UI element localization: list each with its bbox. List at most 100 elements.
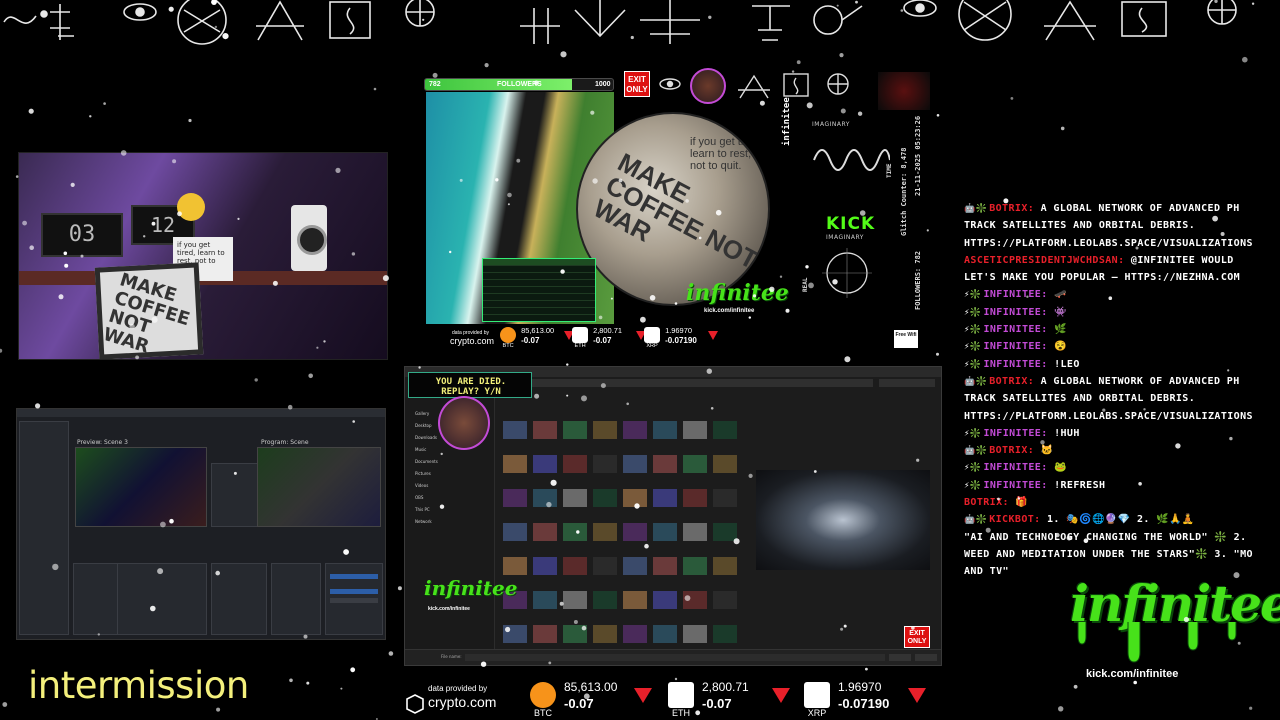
game-over-line1: YOU ARE DIED. <box>435 377 507 387</box>
sine-wave-icon <box>813 149 890 171</box>
obs-transitions-panel[interactable] <box>211 563 267 635</box>
file-thumbnail[interactable] <box>533 421 557 439</box>
chat-username[interactable]: BOTRIX: <box>964 497 1009 508</box>
chat-username[interactable]: INFINITEE: <box>983 289 1047 300</box>
explorer-sidebar-item[interactable]: OBS <box>415 495 423 500</box>
chat-username[interactable]: INFINITEE: <box>983 480 1047 491</box>
explorer-sidebar-item[interactable]: This PC <box>415 507 430 512</box>
file-thumbnail[interactable] <box>533 625 557 643</box>
file-thumbnail[interactable] <box>713 455 737 473</box>
file-thumbnail[interactable] <box>563 591 587 609</box>
file-thumbnail[interactable] <box>533 455 557 473</box>
file-thumbnail[interactable] <box>713 591 737 609</box>
explorer-sidebar-item[interactable]: Pictures <box>415 471 431 476</box>
cancel-button[interactable] <box>915 654 937 661</box>
file-thumbnail[interactable] <box>503 557 527 575</box>
file-thumbnail[interactable] <box>533 557 557 575</box>
file-thumbnail[interactable] <box>563 489 587 507</box>
file-thumbnail[interactable] <box>533 523 557 541</box>
file-thumbnail[interactable] <box>683 625 707 643</box>
file-thumbnail[interactable] <box>563 625 587 643</box>
file-thumbnail[interactable] <box>713 625 737 643</box>
file-thumbnail[interactable] <box>593 489 617 507</box>
chat-username[interactable]: KICKBOT: <box>989 514 1040 525</box>
file-thumbnail[interactable] <box>623 625 647 643</box>
obs-settings-button[interactable] <box>330 598 378 603</box>
file-thumbnail[interactable] <box>533 591 557 609</box>
file-thumbnail[interactable] <box>683 591 707 609</box>
chat-username[interactable]: INFINITEE: <box>983 324 1047 335</box>
file-thumbnail[interactable] <box>683 557 707 575</box>
explorer-search-box[interactable] <box>879 379 935 387</box>
file-thumbnail[interactable] <box>623 523 647 541</box>
file-thumbnail[interactable] <box>713 489 737 507</box>
file-thumbnail[interactable] <box>563 557 587 575</box>
file-thumbnail[interactable] <box>623 421 647 439</box>
explorer-sidebar-item[interactable]: Videos <box>415 483 428 488</box>
obs-scenes-panel[interactable] <box>19 421 69 635</box>
file-thumbnail[interactable] <box>593 591 617 609</box>
file-thumbnail[interactable] <box>593 421 617 439</box>
obs-mixer-panel[interactable] <box>117 563 207 635</box>
file-thumbnail[interactable] <box>713 557 737 575</box>
file-thumbnail[interactable] <box>653 523 677 541</box>
explorer-sidebar-item[interactable]: Downloads <box>415 435 437 440</box>
file-thumbnail[interactable] <box>713 421 737 439</box>
file-thumbnail[interactable] <box>503 489 527 507</box>
chat-message: "AI AND TECHNOLOGY CHANGING THE WORLD" ❇… <box>964 529 1280 546</box>
file-thumbnail[interactable] <box>593 455 617 473</box>
explorer-sidebar-item[interactable]: Network <box>415 519 432 524</box>
file-thumbnail[interactable] <box>563 523 587 541</box>
obs-start-recording-button[interactable] <box>330 589 378 594</box>
file-thumbnail[interactable] <box>503 523 527 541</box>
file-thumbnail[interactable] <box>503 625 527 643</box>
explorer-sidebar-item[interactable]: Documents <box>415 459 438 464</box>
file-thumbnail[interactable] <box>683 523 707 541</box>
file-thumbnail[interactable] <box>653 455 677 473</box>
file-thumbnail[interactable] <box>623 557 647 575</box>
file-thumbnail[interactable] <box>623 455 647 473</box>
file-thumbnail[interactable] <box>593 523 617 541</box>
ticker-symbol: BTC <box>502 343 514 350</box>
file-thumbnail[interactable] <box>653 591 677 609</box>
xrp-coin-icon <box>644 327 661 344</box>
file-thumbnail[interactable] <box>683 421 707 439</box>
filename-input[interactable] <box>465 654 885 661</box>
explorer-address-bar[interactable] <box>501 379 873 387</box>
chat-username[interactable]: INFINITEE: <box>983 462 1047 473</box>
obs-start-stream-button[interactable] <box>330 574 378 579</box>
chat-username[interactable]: BOTRIX: <box>989 445 1034 456</box>
open-button[interactable] <box>889 654 911 661</box>
file-thumbnail[interactable] <box>503 455 527 473</box>
chat-username[interactable]: ASCETICPRESIDENTJWCHDSAN: <box>964 255 1125 266</box>
chat-username[interactable]: INFINITEE: <box>983 359 1047 370</box>
obs-stats-panel[interactable] <box>271 563 321 635</box>
time-label: TIME <box>886 163 893 178</box>
explorer-sidebar-item[interactable]: Gallery <box>415 411 429 416</box>
file-thumbnail[interactable] <box>683 489 707 507</box>
obs-controls-panel[interactable] <box>325 563 383 635</box>
file-thumbnail[interactable] <box>563 455 587 473</box>
chat-username[interactable]: INFINITEE: <box>983 341 1047 352</box>
chat-text: 🐸 <box>1047 462 1067 474</box>
chat-username[interactable]: BOTRIX: <box>989 203 1034 214</box>
file-thumbnail[interactable] <box>623 489 647 507</box>
file-thumbnail[interactable] <box>623 591 647 609</box>
down-arrow-icon <box>908 688 926 703</box>
file-thumbnail[interactable] <box>653 557 677 575</box>
file-thumbnail[interactable] <box>533 489 557 507</box>
explorer-sidebar-item[interactable]: Desktop <box>415 423 432 428</box>
chat-username[interactable]: INFINITEE: <box>983 428 1047 439</box>
file-thumbnail[interactable] <box>653 421 677 439</box>
file-thumbnail[interactable] <box>593 625 617 643</box>
file-thumbnail[interactable] <box>563 421 587 439</box>
file-thumbnail[interactable] <box>593 557 617 575</box>
file-thumbnail[interactable] <box>653 625 677 643</box>
chat-username[interactable]: INFINITEE: <box>983 307 1047 318</box>
file-thumbnail[interactable] <box>653 489 677 507</box>
file-thumbnail[interactable] <box>713 523 737 541</box>
file-thumbnail[interactable] <box>503 421 527 439</box>
file-thumbnail[interactable] <box>683 455 707 473</box>
explorer-sidebar-item[interactable]: Music <box>415 447 426 452</box>
chat-username[interactable]: BOTRIX: <box>989 376 1034 387</box>
